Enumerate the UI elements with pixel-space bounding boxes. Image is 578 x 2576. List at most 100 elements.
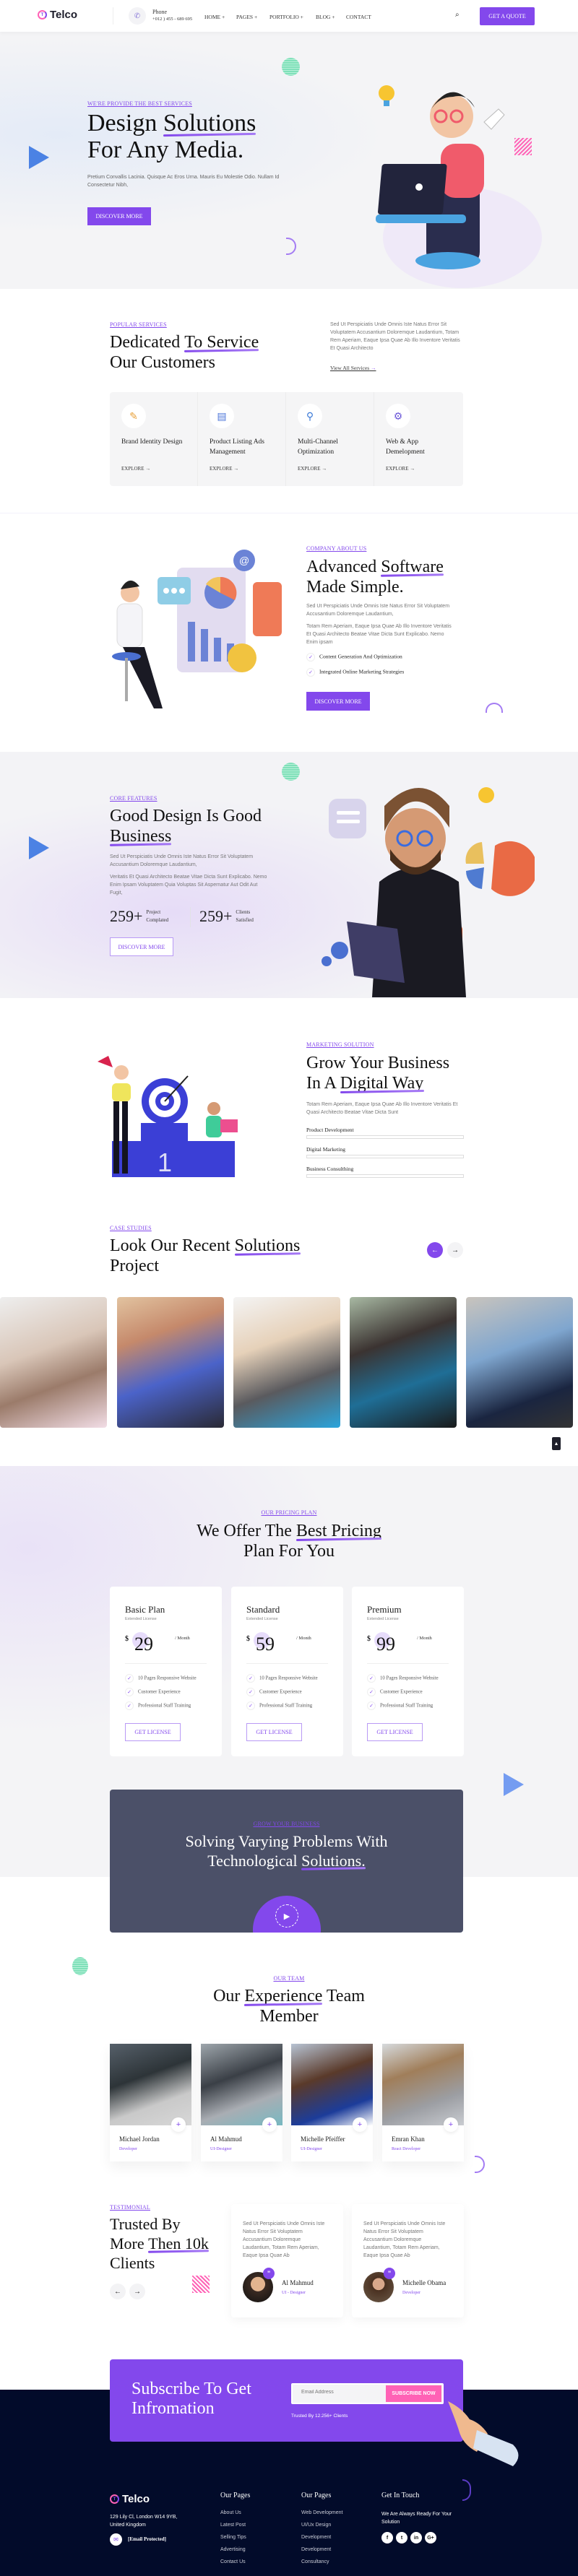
- member-role: Developer: [119, 2147, 137, 2151]
- service-card[interactable]: ✎ Brand Identity Design EXPLORE →: [110, 392, 198, 486]
- nav-pages[interactable]: PAGES +: [236, 14, 257, 20]
- cases-title-part: Look Our Recent: [110, 1236, 235, 1255]
- footer-link[interactable]: Consultancy: [301, 2556, 342, 2568]
- carousel-prev-button[interactable]: ←: [427, 1242, 443, 1258]
- case-study-photo[interactable]: [0, 1297, 107, 1428]
- service-card[interactable]: ⚙ Web & App Demelopment EXPLORE →: [374, 392, 462, 486]
- arrow-right-icon: →: [233, 466, 239, 472]
- case-study-photo[interactable]: [117, 1297, 224, 1428]
- plan-currency: $: [246, 1635, 250, 1643]
- footer-email[interactable]: [Email Protected]: [128, 2536, 166, 2542]
- cases-title: Look Our Recent Solutions Project: [110, 1236, 300, 1276]
- subscribe-button[interactable]: SUBSCRIBE NOW: [386, 2385, 441, 2402]
- plus-icon[interactable]: +: [444, 2117, 458, 2132]
- footer-link[interactable]: Web Development: [301, 2507, 342, 2519]
- arrow-right-icon: →: [145, 466, 151, 472]
- quote-icon: ”: [384, 2268, 395, 2279]
- nav-home[interactable]: HOME +: [204, 14, 225, 20]
- magnifier-icon: ⚲: [298, 404, 322, 428]
- back-to-top-button[interactable]: ▲: [552, 1437, 561, 1450]
- features-text-1: Sed Ut Perspiciatis Unde Omnis Iste Natu…: [110, 854, 254, 867]
- get-license-button[interactable]: GET LICENSE: [367, 1723, 423, 1741]
- web-app-icon: ⚙: [386, 404, 410, 428]
- progress-bar: [306, 1155, 464, 1158]
- plan-period: / Month: [417, 1636, 432, 1641]
- cases-label: CASE STUDIES: [110, 1225, 152, 1231]
- plus-icon[interactable]: +: [353, 2117, 367, 2132]
- email-input[interactable]: [301, 2390, 381, 2395]
- footer-link[interactable]: Selling Tips: [220, 2531, 246, 2544]
- google-plus-icon[interactable]: G+: [425, 2532, 436, 2544]
- view-all-services-link[interactable]: View All Services →: [330, 365, 376, 371]
- linkedin-icon[interactable]: in: [410, 2532, 422, 2544]
- plan-license: Extended License: [367, 1617, 399, 1621]
- get-license-button[interactable]: GET LICENSE: [246, 1723, 302, 1741]
- explore-link[interactable]: EXPLORE →: [207, 462, 239, 474]
- plan-feature-label: 10 Pages Responsive Website: [138, 1675, 197, 1681]
- explore-label: EXPLORE: [298, 466, 321, 472]
- plan-feature-label: Customer Experience: [380, 1689, 423, 1695]
- explore-link[interactable]: EXPLORE →: [118, 462, 151, 474]
- explore-link[interactable]: EXPLORE →: [383, 462, 415, 474]
- nav-blog[interactable]: BLOG +: [316, 14, 335, 20]
- nav-portfolio[interactable]: PORTFOLIO +: [269, 14, 303, 20]
- plus-icon[interactable]: +: [171, 2117, 186, 2132]
- footer-link[interactable]: Contact Us: [220, 2556, 246, 2568]
- twitter-icon[interactable]: t: [396, 2532, 407, 2544]
- green-circle-decor: [282, 58, 300, 76]
- testimonial-title-line1: Trusted By: [110, 2215, 181, 2233]
- pricing-title-part: We Offer The: [197, 1522, 296, 1540]
- progress-label: Digital Marketing: [306, 1146, 345, 1153]
- marketing-title: Grow Your Business In A Digital Way: [306, 1053, 449, 1093]
- case-study-photo[interactable]: [233, 1297, 340, 1428]
- testimonial-prev-button[interactable]: ←: [110, 2284, 126, 2299]
- case-study-photo[interactable]: [466, 1297, 573, 1428]
- carousel-next-button[interactable]: →: [447, 1242, 463, 1258]
- get-license-button[interactable]: GET LICENSE: [125, 1723, 181, 1741]
- check-icon: ✓: [125, 1674, 134, 1683]
- features-discover-button[interactable]: DISCOVER MORE: [110, 937, 173, 956]
- pricing-title-line2: Plan For You: [243, 1542, 335, 1561]
- about-illustration: @: [112, 550, 282, 708]
- testimonial-name: Al Mahmud: [282, 2279, 314, 2286]
- testimonial-next-button[interactable]: →: [129, 2284, 145, 2299]
- check-icon: ✓: [246, 1674, 255, 1683]
- logo[interactable]: T Telco: [38, 9, 77, 21]
- play-video-button[interactable]: ▶: [253, 1896, 321, 1933]
- footer-link[interactable]: UI/Ux Design: [301, 2519, 342, 2531]
- member-name: Michelle Pfeiffer: [301, 2135, 345, 2143]
- footer-link[interactable]: Latest Post: [220, 2519, 246, 2531]
- footer-link[interactable]: Development: [301, 2544, 342, 2556]
- search-icon[interactable]: ⌕: [455, 11, 460, 19]
- check-icon: ✓: [246, 1701, 255, 1710]
- nav-contact[interactable]: CONTACT: [346, 14, 371, 20]
- testimonial-title-highlight: Then 10k: [148, 2234, 209, 2252]
- member-role: React Developer: [392, 2147, 421, 2151]
- cases-title-highlight: Solutions: [234, 1236, 301, 1255]
- testimonial-title: Trusted By More Then 10k Clients: [110, 2214, 209, 2273]
- footer-logo[interactable]: T Telco: [110, 2493, 150, 2505]
- service-card[interactable]: ▤ Product Listing Ads Management EXPLORE…: [198, 392, 286, 486]
- service-card[interactable]: ⚲ Multi-Channel Optimization EXPLORE →: [286, 392, 374, 486]
- features-section: CORE FEATURES Good Design Is Good Busine…: [0, 752, 578, 998]
- lightbulb-icon: [379, 85, 394, 106]
- service-title: Multi-Channel Optimization: [298, 438, 338, 456]
- footer-col3-title: Get In Touch: [381, 2492, 420, 2499]
- marketing-section: 1 MARKETING SOLUTION Grow Your Business …: [0, 998, 578, 1215]
- plan-price: 59: [256, 1634, 275, 1655]
- facebook-icon[interactable]: f: [381, 2532, 393, 2544]
- services-text: Sed Ut Perspiciatis Unde Omnis Iste Natu…: [330, 322, 460, 351]
- footer-link[interactable]: Development: [301, 2531, 342, 2544]
- about-discover-button[interactable]: DISCOVER MORE: [306, 692, 370, 711]
- phone-number[interactable]: +012 ) 455 - 689 695: [152, 17, 192, 22]
- phone-icon: ✆: [129, 7, 146, 25]
- footer-link[interactable]: Advertising: [220, 2544, 246, 2556]
- footer-link[interactable]: About Us: [220, 2507, 246, 2519]
- team-photo: [110, 2044, 191, 2125]
- case-study-photo[interactable]: [350, 1297, 457, 1428]
- get-quote-button[interactable]: GET A QUOTE: [480, 7, 535, 25]
- marketing-text: Totam Rem Aperiam, Eaque Ipsa Quae Ab Il…: [306, 1102, 458, 1115]
- explore-link[interactable]: EXPLORE →: [295, 462, 327, 474]
- plus-icon[interactable]: +: [262, 2117, 277, 2132]
- hero-discover-button[interactable]: DISCOVER MORE: [87, 207, 151, 225]
